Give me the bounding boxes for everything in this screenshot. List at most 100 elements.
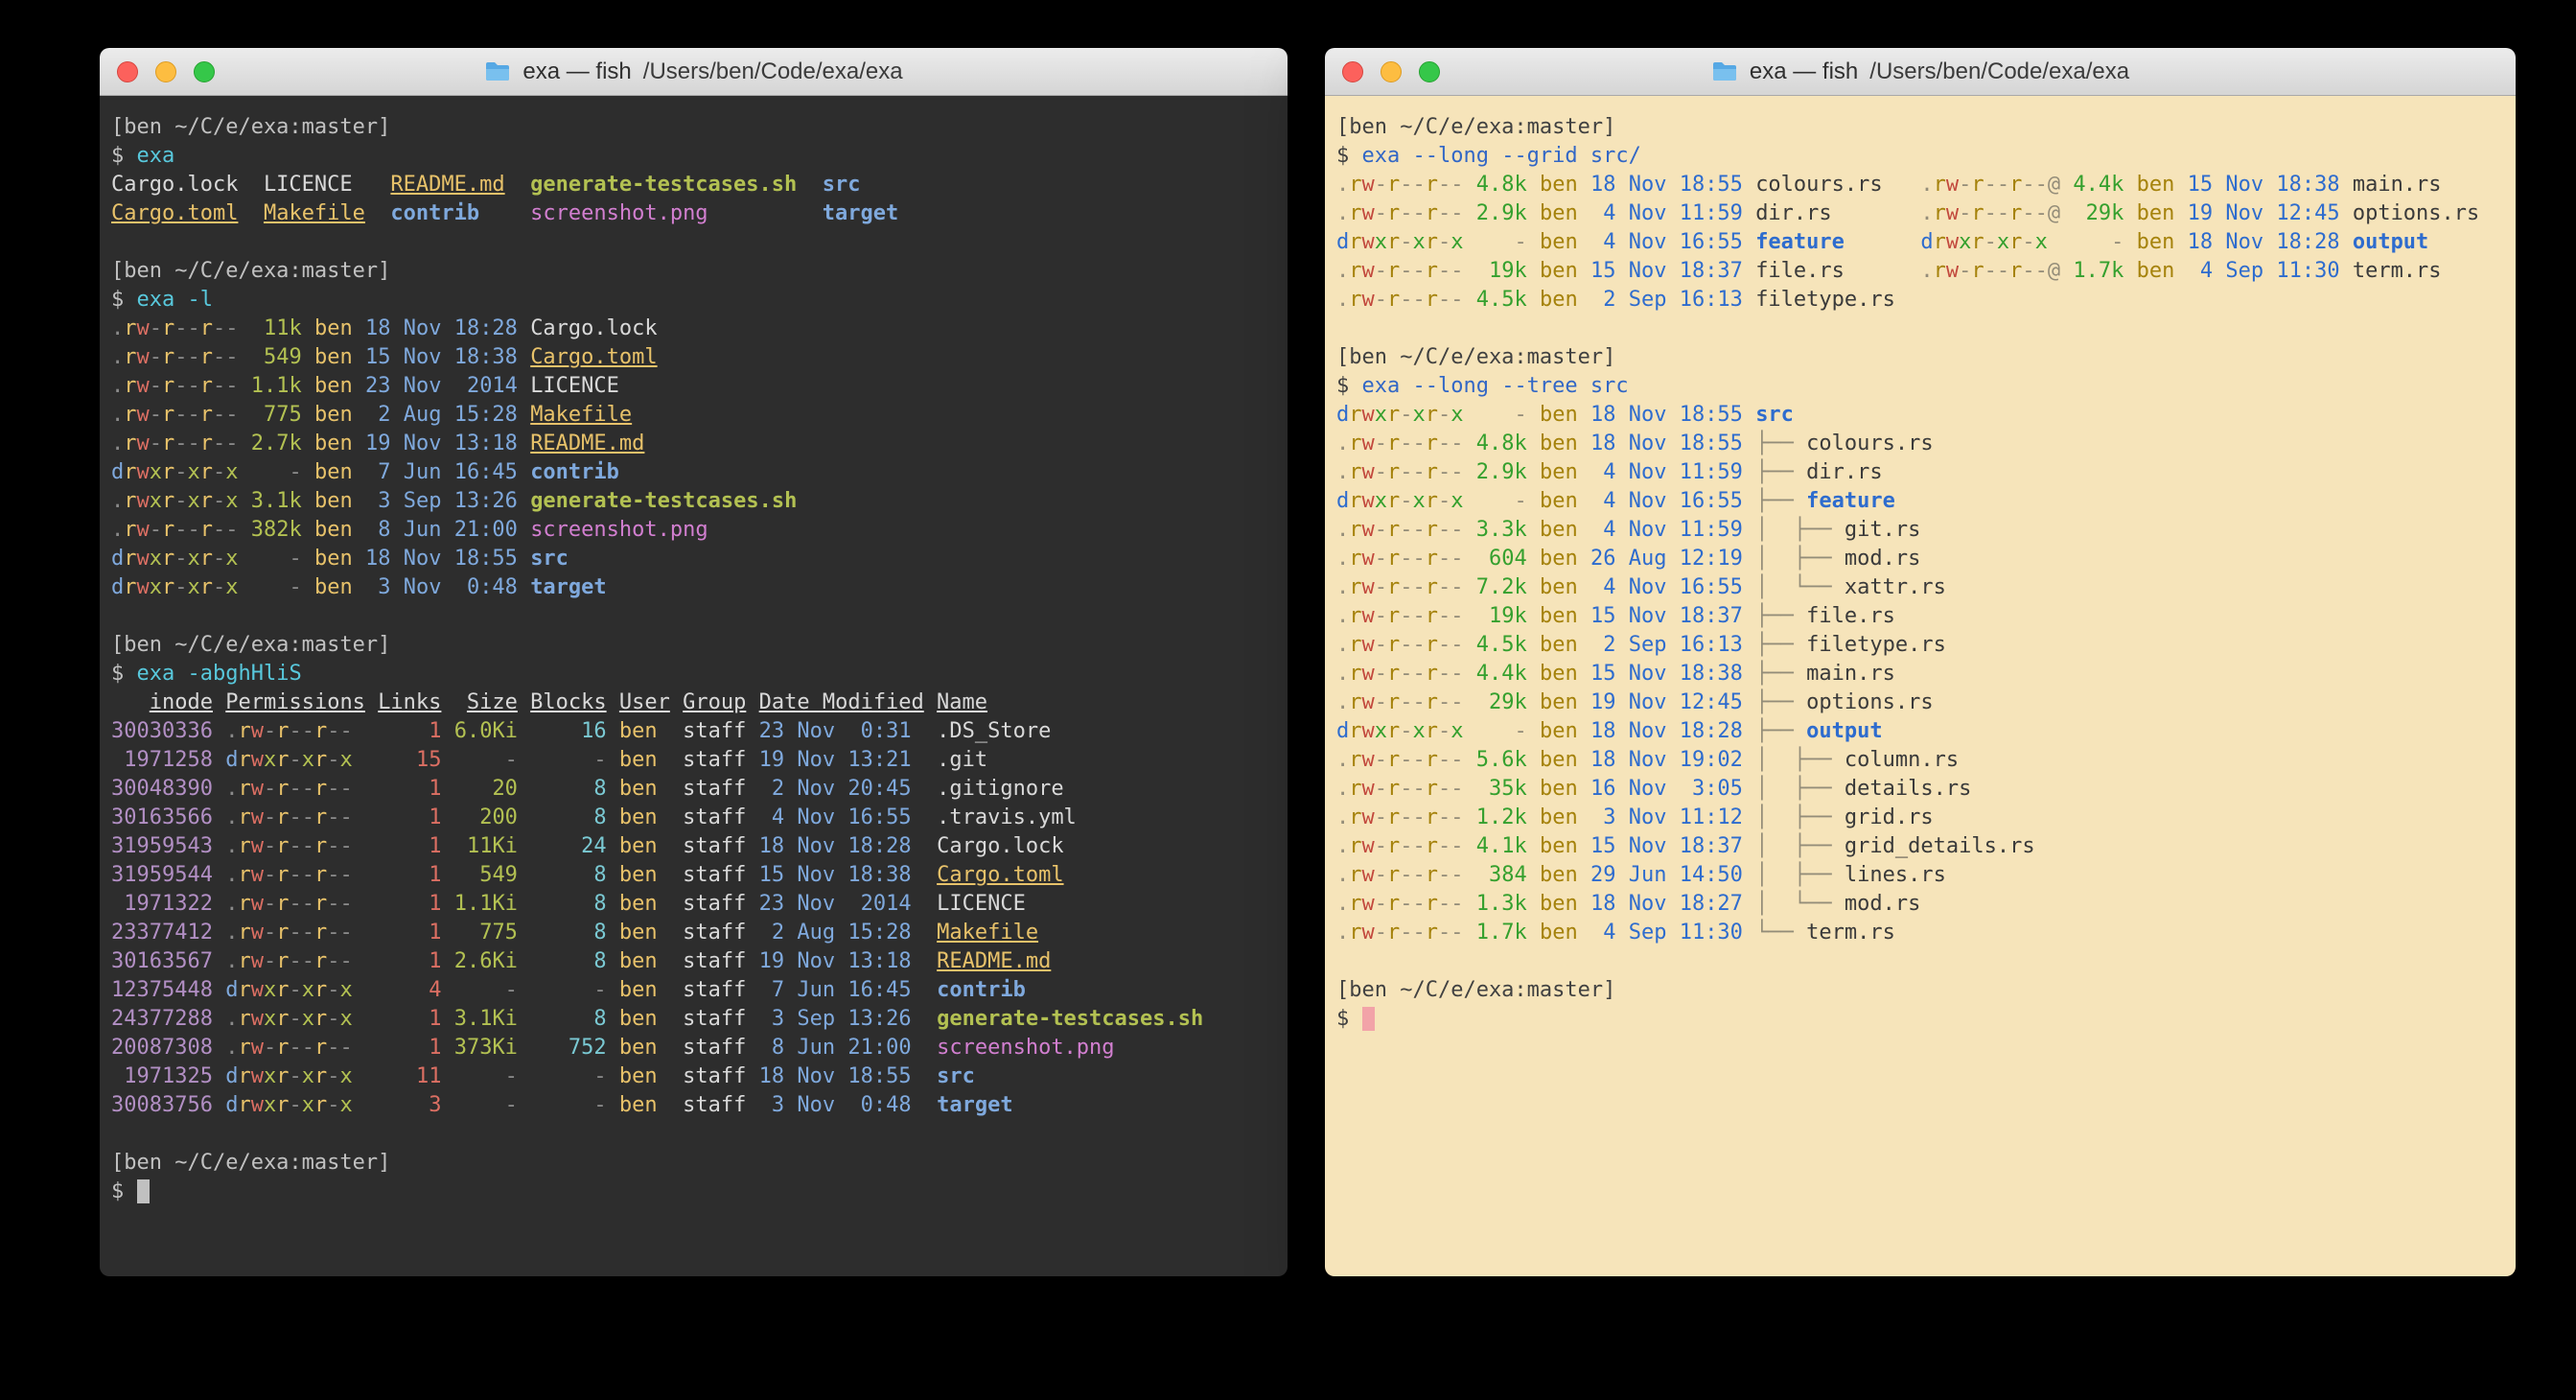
minimize-button[interactable] — [155, 61, 176, 82]
text-segment — [518, 489, 530, 513]
text-segment: $ — [111, 662, 137, 686]
text-segment — [518, 748, 530, 772]
permission-char: x — [264, 978, 276, 1002]
text-segment: ben — [314, 403, 353, 427]
text-segment: staff — [683, 748, 746, 772]
terminal-line: drwxr-xr-x - ben 7 Jun 16:45 contrib — [111, 458, 1276, 487]
permission-char: x — [150, 575, 162, 599]
permission-char: . — [1336, 173, 1349, 197]
text-segment: ben — [619, 834, 658, 858]
text-segment — [213, 719, 225, 743]
permission-char: - — [1413, 834, 1426, 858]
permission-char: r — [124, 432, 136, 455]
permission-char: r — [1934, 201, 1946, 225]
zoom-button[interactable] — [194, 61, 215, 82]
terminal-line: .rw-r--r-- 4.8k ben 18 Nov 18:55 ├── col… — [1336, 430, 2504, 458]
permission-char: - — [1438, 892, 1450, 916]
permission-char: r — [200, 489, 213, 513]
terminal-output[interactable]: [ben ~/C/e/exa:master]$ exaCargo.lock LI… — [100, 96, 1288, 1276]
text-segment: Makefile — [264, 201, 365, 225]
permission-char: - — [1413, 547, 1426, 571]
permission-char: r — [276, 777, 289, 801]
text-segment: ben — [314, 316, 353, 340]
permission-char: . — [1336, 834, 1349, 858]
text-segment: 2 Sep 16:13 — [1590, 288, 1743, 312]
permission-char: r — [1426, 547, 1438, 571]
permission-char: - — [174, 432, 187, 455]
text-segment — [353, 1064, 379, 1088]
zoom-button[interactable] — [1419, 61, 1440, 82]
permission-char: w — [251, 978, 264, 1002]
text-segment — [518, 805, 530, 829]
text-segment — [1743, 173, 1755, 197]
text-segment: 15 Nov 18:38 — [1590, 662, 1743, 686]
permission-char: r — [1349, 288, 1361, 312]
text-segment: dir.rs — [1806, 460, 1882, 484]
permission-char: . — [225, 1036, 238, 1060]
titlebar[interactable]: exa — fish /Users/ben/Code/exa/exa — [1325, 48, 2516, 96]
text-segment — [302, 316, 314, 340]
text-segment: ben — [2137, 173, 2175, 197]
text-segment — [1578, 921, 1590, 945]
text-segment: staff — [683, 1093, 746, 1117]
permission-char: r — [1934, 259, 1946, 283]
text-segment: 8 — [530, 805, 606, 829]
permission-char: - — [1438, 460, 1450, 484]
permission-char: - — [327, 921, 339, 945]
permission-char: - — [289, 748, 301, 772]
permission-char: - — [213, 575, 225, 599]
permission-char: r — [238, 863, 250, 887]
text-segment — [1578, 432, 1590, 455]
permission-char: r — [276, 921, 289, 945]
permission-char: - — [1450, 748, 1463, 772]
text-segment — [658, 1064, 684, 1088]
text-segment: main.rs — [2353, 173, 2442, 197]
text-segment: 1 — [378, 719, 441, 743]
text-segment — [213, 690, 225, 714]
text-segment: 19k — [1476, 604, 1527, 628]
text-segment — [213, 748, 225, 772]
permission-char: - — [174, 345, 187, 369]
permission-char: r — [1349, 173, 1361, 197]
text-segment: - — [251, 547, 302, 571]
permission-char: r — [1426, 719, 1438, 743]
permission-char: x — [339, 1093, 352, 1117]
text-segment: ben — [1540, 604, 1578, 628]
permission-char: - — [2022, 259, 2034, 283]
minimize-button[interactable] — [1381, 61, 1402, 82]
permission-char: . — [1336, 575, 1349, 599]
terminal-line: .rw-r--r-- 4.8k ben 18 Nov 18:55 colours… — [1336, 171, 2504, 199]
text-segment: 20 — [454, 777, 518, 801]
permission-char: w — [1362, 518, 1375, 542]
text-segment — [1464, 173, 1476, 197]
terminal-output[interactable]: [ben ~/C/e/exa:master]$ exa --long --gri… — [1325, 96, 2516, 1276]
close-button[interactable] — [117, 61, 138, 82]
permission-char: - — [1413, 201, 1426, 225]
permission-char: w — [251, 748, 264, 772]
close-button[interactable] — [1342, 61, 1363, 82]
permission-char: r — [1934, 173, 1946, 197]
permission-char: r — [162, 547, 174, 571]
permission-char: - — [213, 345, 225, 369]
permission-char: r — [162, 374, 174, 398]
text-segment: ben — [1540, 777, 1578, 801]
permission-char: d — [225, 748, 238, 772]
text-segment — [1743, 575, 1755, 599]
permission-char: d — [225, 978, 238, 1002]
permission-char: - — [1400, 489, 1412, 513]
permission-char: . — [225, 719, 238, 743]
text-segment — [1883, 173, 1921, 197]
titlebar[interactable]: exa — fish /Users/ben/Code/exa/exa — [100, 48, 1288, 96]
permission-char: r — [200, 518, 213, 542]
text-segment: │ ├── — [1755, 805, 1845, 829]
text-segment — [239, 575, 251, 599]
text-segment — [213, 1093, 225, 1117]
permission-char: r — [1426, 489, 1438, 513]
terminal-line: .rw-r--r-- 4.1k ben 15 Nov 18:37 │ ├── g… — [1336, 832, 2504, 861]
text-segment — [1743, 432, 1755, 455]
cursor — [1362, 1007, 1375, 1031]
text-segment: 31959543 — [111, 834, 213, 858]
text-segment: - — [530, 748, 606, 772]
permission-char: r — [200, 374, 213, 398]
text-segment — [1464, 518, 1476, 542]
